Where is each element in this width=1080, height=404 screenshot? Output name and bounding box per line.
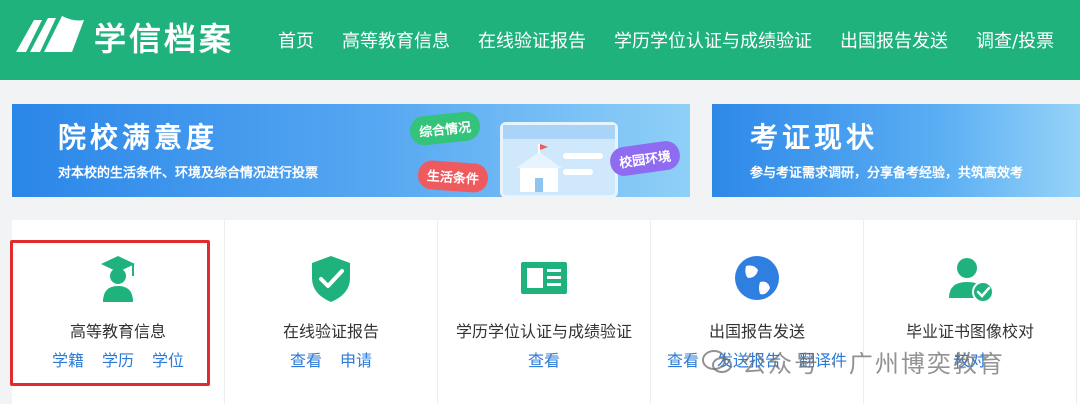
shield-check-icon	[312, 256, 350, 302]
link-view[interactable]: 查看	[290, 347, 322, 371]
watermark: 公众号 · 广州博奕教育	[702, 344, 1005, 379]
service-label: 高等教育信息	[69, 322, 166, 341]
service-links: 查看 申请	[225, 347, 437, 371]
tag-living: 生活条件	[417, 159, 489, 194]
link-apply[interactable]: 申请	[340, 347, 372, 371]
tag-overall: 综合情况	[408, 110, 482, 147]
service-links: 学籍 学历 学位	[12, 347, 224, 371]
service-label: 出国报告发送	[708, 322, 805, 341]
service-online-verification: 在线验证报告 查看 申请	[225, 220, 438, 404]
globe-icon	[735, 256, 779, 300]
logo-icon[interactable]	[12, 12, 88, 58]
nav-home[interactable]: 首页	[278, 27, 314, 53]
nav-survey-vote[interactable]: 调查/投票	[976, 27, 1054, 53]
site-brand[interactable]: 学信档案	[94, 14, 234, 60]
nav-higher-education[interactable]: 高等教育信息	[342, 27, 450, 53]
service-degree-certification: 学历学位认证与成绩验证 查看	[438, 220, 651, 404]
banner-subtitle: 参与考证需求调研，分享备考经验，共筑高效考	[750, 166, 1024, 181]
banner-subtitle: 对本校的生活条件、环境及综合情况进行投票	[58, 166, 319, 181]
link-view[interactable]: 查看	[528, 347, 560, 371]
link-student-status[interactable]: 学籍	[52, 347, 84, 371]
nav-overseas-report[interactable]: 出国报告发送	[840, 27, 948, 53]
tag-campus: 校园环境	[608, 139, 682, 178]
link-academic-record[interactable]: 学历	[102, 347, 134, 371]
wechat-icon	[702, 349, 732, 373]
school-building-icon	[516, 144, 562, 192]
banner-school-satisfaction[interactable]: 院校满意度 对本校的生活条件、环境及综合情况进行投票 综合情况 生活条件 校园环…	[12, 104, 690, 197]
main-nav: 首页 高等教育信息 在线验证报告 学历学位认证与成绩验证 出国报告发送 调查/投…	[278, 0, 1080, 80]
graduate-icon	[101, 256, 135, 302]
banner-title: 院校满意度	[58, 121, 219, 154]
service-label: 在线验证报告	[282, 322, 379, 341]
link-degree[interactable]: 学位	[152, 347, 184, 371]
service-higher-education: 高等教育信息 学籍 学历 学位	[12, 220, 225, 404]
banner-title: 考证现状	[750, 121, 879, 154]
link-view[interactable]: 查看	[667, 347, 699, 371]
banner-certificate-status[interactable]: 考证现状 参与考证需求调研，分享备考经验，共筑高效考	[712, 104, 1080, 197]
id-card-icon	[521, 262, 567, 294]
service-links: 查看	[438, 347, 650, 371]
watermark-text: 公众号 · 广州博奕教育	[742, 350, 1005, 378]
nav-degree-certification[interactable]: 学历学位认证与成绩验证	[614, 27, 812, 53]
user-check-icon	[949, 258, 994, 303]
nav-online-verification[interactable]: 在线验证报告	[478, 27, 586, 53]
service-label: 学历学位认证与成绩验证	[455, 322, 632, 341]
service-label: 毕业证书图像校对	[905, 322, 1034, 341]
top-header: 学信档案 首页 高等教育信息 在线验证报告 学历学位认证与成绩验证 出国报告发送…	[0, 0, 1080, 80]
